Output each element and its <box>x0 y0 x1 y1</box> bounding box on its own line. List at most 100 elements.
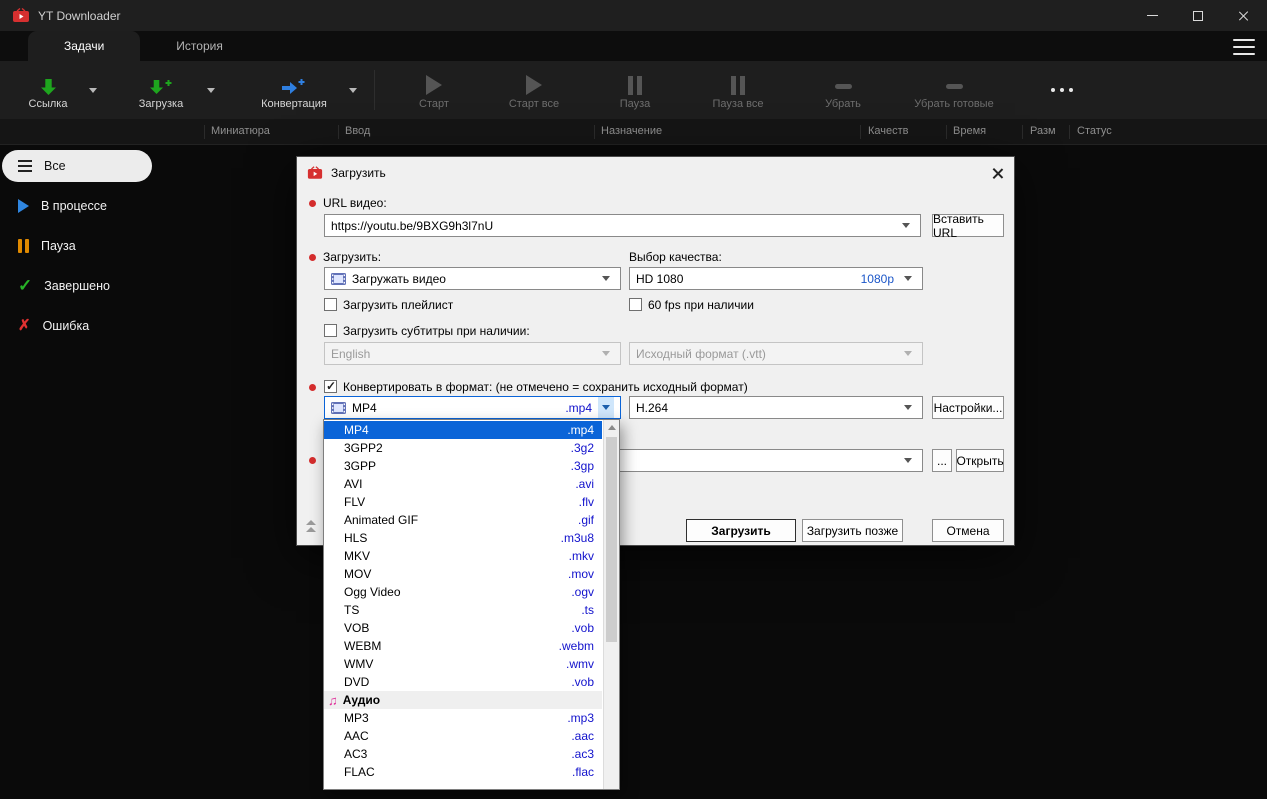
format-option-wmv[interactable]: WMV.wmv <box>324 655 602 673</box>
column-size[interactable]: Разм <box>1030 125 1056 137</box>
format-option-mkv[interactable]: MKV.mkv <box>324 547 602 565</box>
column-quality[interactable]: Качеств <box>868 125 909 137</box>
download-later-button[interactable]: Загрузить позже <box>802 519 903 542</box>
menu-button[interactable] <box>1233 39 1255 55</box>
download-plus-icon <box>150 71 172 95</box>
chevron-down-icon[interactable] <box>900 397 916 418</box>
url-input[interactable]: https://youtu.be/9BXG9h3l7nU <box>324 214 921 237</box>
audio-section-header: ♫ Аудио <box>324 691 602 709</box>
paste-url-button[interactable]: Вставить URL <box>932 214 1004 237</box>
chevron-down-icon[interactable] <box>898 215 914 236</box>
chevron-down-icon[interactable] <box>900 450 916 471</box>
quality-badge: 1080p <box>861 272 894 286</box>
playlist-checkbox[interactable] <box>324 298 337 311</box>
link-dropdown-chevron[interactable] <box>80 62 106 118</box>
dialog-logo-icon <box>307 166 323 180</box>
play-all-icon <box>526 71 542 95</box>
convert-dropdown-chevron[interactable] <box>340 62 366 118</box>
format-option-vob[interactable]: VOB.vob <box>324 619 602 637</box>
sidebar-item-paused[interactable]: Пауза <box>2 230 152 262</box>
tab-history[interactable]: История <box>140 31 259 61</box>
column-thumbnail[interactable]: Миниатюра <box>211 125 270 137</box>
scrollbar-thumb[interactable] <box>606 437 617 642</box>
film-icon <box>331 273 346 285</box>
column-time[interactable]: Время <box>953 125 986 137</box>
format-option-ts[interactable]: TS.ts <box>324 601 602 619</box>
dropdown-scrollbar[interactable] <box>603 420 619 789</box>
sidebar-item-all[interactable]: Все <box>2 150 152 182</box>
download-mode-select[interactable]: Загружать видео <box>324 267 621 290</box>
app-logo-icon <box>12 8 30 23</box>
more-button[interactable] <box>1051 62 1073 118</box>
sidebar-item-in-progress[interactable]: В процессе <box>2 190 152 222</box>
playlist-label[interactable]: Загрузить плейлист <box>343 298 453 312</box>
minimize-button[interactable] <box>1129 0 1175 31</box>
browse-button[interactable]: ... <box>932 449 952 472</box>
link-button[interactable]: Ссылка <box>16 62 80 118</box>
format-option-hls[interactable]: HLS.m3u8 <box>324 529 602 547</box>
sidebar: Все В процессе Пауза ✓ Завершено ✗ Ошибк… <box>0 145 160 799</box>
collapse-panel-icon[interactable] <box>306 520 316 532</box>
codec-select[interactable]: H.264 <box>629 396 923 419</box>
list-icon <box>18 165 32 167</box>
format-option-mp3[interactable]: MP3.mp3 <box>324 709 602 727</box>
subtitles-checkbox[interactable] <box>324 324 337 337</box>
url-label: URL видео: <box>323 196 387 210</box>
fps-checkbox[interactable] <box>629 298 642 311</box>
quality-select[interactable]: HD 1080 1080p <box>629 267 923 290</box>
format-option-mov[interactable]: MOV.mov <box>324 565 602 583</box>
remove-icon <box>835 71 852 95</box>
window-controls <box>1129 0 1267 31</box>
format-option-3gpp[interactable]: 3GPP.3gp <box>324 457 602 475</box>
chevron-down-icon[interactable] <box>900 268 916 289</box>
dialog-titlebar: Загрузить <box>297 157 1014 189</box>
chevron-down-icon[interactable] <box>598 268 614 289</box>
convert-button[interactable]: Конвертация <box>248 62 340 118</box>
close-button[interactable] <box>1221 0 1267 31</box>
format-option-gif[interactable]: Animated GIF.gif <box>324 511 602 529</box>
column-destination[interactable]: Назначение <box>601 125 662 137</box>
more-icon <box>1051 88 1055 92</box>
convert-checkbox[interactable] <box>324 380 337 393</box>
fps-label[interactable]: 60 fps при наличии <box>648 298 754 312</box>
format-select[interactable]: MP4 .mp4 <box>324 396 621 419</box>
format-option-aac[interactable]: AAC.aac <box>324 727 602 745</box>
open-button[interactable]: Открыть <box>956 449 1004 472</box>
check-icon: ✓ <box>18 279 32 293</box>
remove-done-icon <box>946 71 963 95</box>
sidebar-item-error[interactable]: ✗ Ошибка <box>2 310 152 342</box>
column-input[interactable]: Ввод <box>345 125 370 137</box>
start-button: Старт <box>393 62 475 118</box>
column-status[interactable]: Статус <box>1077 125 1112 137</box>
format-option-webm[interactable]: WEBM.webm <box>324 637 602 655</box>
convert-label[interactable]: Конвертировать в формат: (не отмечено = … <box>343 380 748 394</box>
format-option-flv[interactable]: FLV.flv <box>324 493 602 511</box>
required-bullet-download <box>309 254 316 261</box>
download-submit-button[interactable]: Загрузить <box>686 519 796 542</box>
dialog-title: Загрузить <box>331 166 386 180</box>
format-option-3gpp2[interactable]: 3GPP2.3g2 <box>324 439 602 457</box>
tab-tasks[interactable]: Задачи <box>28 31 140 61</box>
download-dropdown-chevron[interactable] <box>198 62 224 118</box>
format-option-flac[interactable]: FLAC.flac <box>324 763 602 781</box>
remove-button: Убрать <box>801 62 885 118</box>
required-bullet-convert <box>309 384 316 391</box>
sidebar-item-completed[interactable]: ✓ Завершено <box>2 270 152 302</box>
subtitles-label[interactable]: Загрузить субтитры при наличии: <box>343 324 530 338</box>
format-option-mp4[interactable]: MP4.mp4 <box>324 421 602 439</box>
download-label: Загрузить: <box>323 250 381 264</box>
required-bullet-savepath <box>309 457 316 464</box>
scroll-up-icon[interactable] <box>604 420 620 435</box>
maximize-button[interactable] <box>1175 0 1221 31</box>
download-button[interactable]: Загрузка <box>124 62 198 118</box>
pause-button: Пауза <box>595 62 675 118</box>
format-option-ac3[interactable]: AC3.ac3 <box>324 745 602 763</box>
format-option-ogv[interactable]: Ogg Video.ogv <box>324 583 602 601</box>
format-option-dvd[interactable]: DVD.vob <box>324 673 602 691</box>
quality-label: Выбор качества: <box>629 250 722 264</box>
settings-button[interactable]: Настройки... <box>932 396 1004 419</box>
cancel-button[interactable]: Отмена <box>932 519 1004 542</box>
format-option-avi[interactable]: AVI.avi <box>324 475 602 493</box>
dialog-close-icon[interactable] <box>991 167 1004 180</box>
chevron-down-icon[interactable] <box>598 397 614 418</box>
